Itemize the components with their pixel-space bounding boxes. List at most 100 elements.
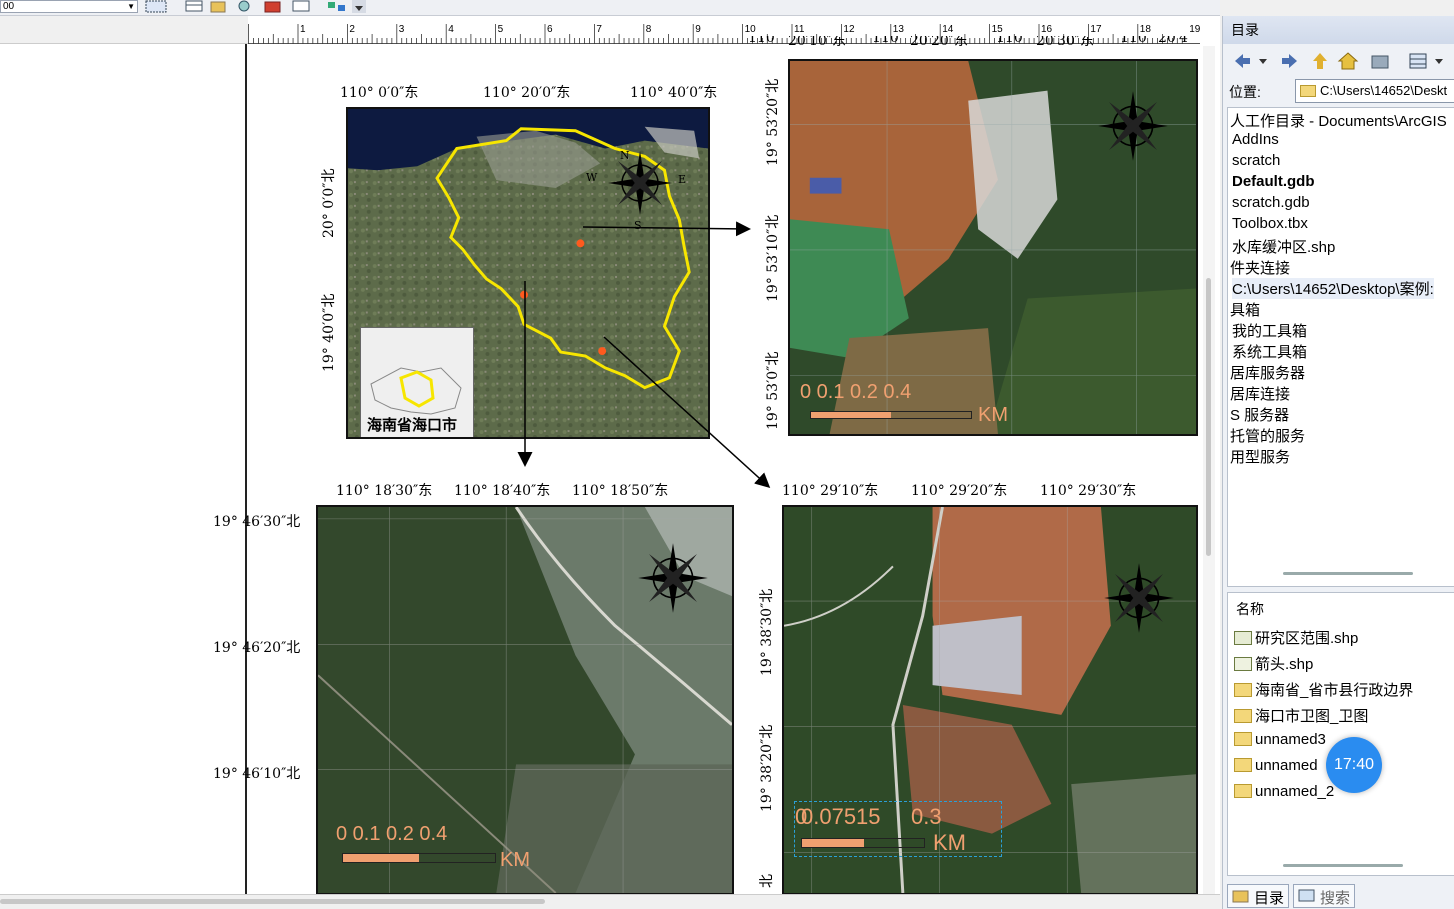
toolbar-overflow-icon[interactable] bbox=[352, 0, 366, 13]
tree-item-selected[interactable]: C:\Users\14652\Desktop\案例: bbox=[1232, 278, 1434, 299]
tree-item[interactable]: Default.gdb bbox=[1232, 173, 1315, 190]
overview-top-label-3: 110° 40′0″东 bbox=[630, 85, 718, 101]
selected-scalebar-element[interactable]: 0 0.07515 0.3 KM bbox=[794, 801, 1002, 857]
ruler-tick-label: 12 bbox=[843, 24, 855, 35]
list-item[interactable]: 海南省_省市县行政边界 bbox=[1234, 679, 1413, 700]
tree-item[interactable]: 托管的服务 bbox=[1230, 425, 1305, 446]
list-scrollbar[interactable] bbox=[1283, 864, 1403, 867]
inset-locator-map: 海南省海口市 bbox=[360, 327, 474, 437]
bl-left-label-1: 19° 46′30″北 bbox=[213, 514, 301, 530]
forward-arrow-icon[interactable] bbox=[1279, 50, 1301, 72]
search-icon bbox=[1298, 889, 1315, 902]
ruler-corner bbox=[0, 16, 248, 44]
scalebar bbox=[342, 853, 496, 863]
tree-item[interactable]: 居库服务器 bbox=[1230, 362, 1305, 383]
tab-search[interactable]: 搜索 bbox=[1293, 884, 1356, 908]
bl-top-label-1: 110° 18′30″东 bbox=[336, 483, 433, 499]
tr-left-label-1: 19° 53′20″北 bbox=[765, 78, 781, 166]
overview-map-frame[interactable]: N W E S 海南省海口市 bbox=[346, 107, 710, 439]
br-top-label-1: 110° 29′10″东 bbox=[782, 483, 879, 499]
detail-map-bottom-right[interactable]: 0 0.07515 0.3 KM bbox=[782, 505, 1198, 895]
chevron-down-icon[interactable] bbox=[1257, 50, 1269, 72]
overview-scalebar bbox=[484, 437, 670, 439]
list-item[interactable]: unnamed bbox=[1234, 757, 1318, 774]
table-icon[interactable] bbox=[183, 0, 205, 13]
overview-top-label-2: 110° 20′0″东 bbox=[483, 85, 571, 101]
tree-item[interactable]: 用型服务 bbox=[1230, 446, 1290, 467]
connect-folder-icon[interactable] bbox=[1369, 50, 1391, 72]
scale-numbers: 0.07515 bbox=[801, 804, 881, 829]
tree-item[interactable]: 居库连接 bbox=[1230, 383, 1290, 404]
tab-search-label: 搜索 bbox=[1320, 890, 1351, 907]
ruler-tick-label: 14 bbox=[942, 24, 954, 35]
detail-map-top-right[interactable]: 0 0.1 0.2 0.4 KM bbox=[788, 59, 1198, 436]
tree-item[interactable]: 具箱 bbox=[1230, 299, 1260, 320]
scale-unit: KM bbox=[933, 830, 966, 855]
tree-item[interactable]: AddIns bbox=[1232, 131, 1279, 148]
tree-item[interactable]: 件夹连接 bbox=[1230, 257, 1290, 278]
tab-catalog[interactable]: 目录 bbox=[1227, 884, 1290, 908]
tree-item[interactable]: 人工作目录 - Documents\ArcGIS bbox=[1230, 110, 1447, 131]
scalebar bbox=[810, 411, 972, 419]
tree-item[interactable]: 水库缓冲区.shp bbox=[1232, 236, 1335, 257]
bl-left-label-3: 19° 46′10″北 bbox=[213, 766, 301, 782]
folder-icon bbox=[1300, 85, 1316, 97]
tree-item[interactable]: 系统工具箱 bbox=[1232, 341, 1307, 362]
list-item[interactable]: 箭头.shp bbox=[1234, 653, 1313, 674]
back-arrow-icon[interactable] bbox=[1231, 50, 1253, 72]
ruler-tick-label: 15 bbox=[992, 24, 1004, 35]
list-item[interactable]: 海口市卫图_卫图 bbox=[1234, 705, 1368, 726]
tr-top-label-1: 110 bbox=[748, 36, 775, 46]
select-elements-icon[interactable] bbox=[145, 0, 167, 13]
panel-tabs: 目录 搜索 bbox=[1227, 884, 1454, 909]
horizontal-scrollbar[interactable] bbox=[0, 894, 1220, 909]
chevron-down-icon[interactable] bbox=[1433, 50, 1445, 72]
tree-item[interactable]: Toolbox.tbx bbox=[1232, 215, 1308, 232]
tree-item[interactable]: 我的工具箱 bbox=[1232, 320, 1307, 341]
scale-unit: KM bbox=[978, 404, 1008, 426]
tree-item[interactable]: scratch.gdb bbox=[1232, 194, 1310, 211]
time-overlay-badge[interactable]: 17:40 bbox=[1326, 737, 1382, 793]
detail-map-bottom-left[interactable]: 0 0.1 0.2 0.4 KM bbox=[316, 505, 734, 895]
compass-w-label: W bbox=[586, 171, 598, 184]
up-level-icon[interactable] bbox=[1309, 50, 1331, 72]
tree-scrollbar[interactable] bbox=[1283, 572, 1413, 575]
ruler-tick-label: 7 bbox=[596, 24, 602, 35]
view-options-icon[interactable] bbox=[1407, 50, 1429, 72]
scale-number-end: 0.3 bbox=[911, 804, 942, 829]
home-icon[interactable] bbox=[1337, 50, 1359, 72]
ruler-tick-label: 17 bbox=[1090, 24, 1102, 35]
scalebar bbox=[801, 838, 925, 848]
location-row: 位置: C:\Users\14652\Deskt bbox=[1223, 78, 1454, 104]
tree-item[interactable]: S 服务器 bbox=[1230, 404, 1289, 425]
vertical-scrollbar[interactable] bbox=[1203, 46, 1215, 894]
catalog-icon[interactable] bbox=[208, 0, 230, 13]
br-left-label-2: 19° 38′20″北 bbox=[759, 724, 775, 812]
compass-n-label: N bbox=[620, 149, 630, 162]
folder-icon bbox=[1234, 758, 1252, 772]
north-arrow-icon bbox=[638, 543, 708, 613]
ruler-tick-label: 3 bbox=[399, 24, 405, 35]
overview-top-label-1: 110° 0′0″东 bbox=[340, 85, 419, 101]
tab-catalog-label: 目录 bbox=[1254, 890, 1285, 907]
arctoolbox-icon[interactable] bbox=[262, 0, 284, 13]
folder-icon bbox=[1234, 732, 1252, 746]
list-item[interactable]: unnamed_2 bbox=[1234, 783, 1334, 800]
list-item[interactable]: 研究区范围.shp bbox=[1234, 627, 1358, 648]
chevron-down-icon[interactable]: ▼ bbox=[127, 1, 135, 12]
python-window-icon[interactable] bbox=[290, 0, 312, 13]
list-header-name[interactable]: 名称 bbox=[1236, 599, 1264, 619]
tree-item[interactable]: scratch bbox=[1232, 152, 1280, 169]
list-item[interactable]: unnamed3 bbox=[1234, 731, 1326, 748]
line-layer-icon bbox=[1234, 657, 1252, 671]
north-arrow-icon bbox=[608, 151, 672, 215]
folder-icon bbox=[1234, 709, 1252, 723]
br-left-label-3: 北 bbox=[759, 874, 775, 888]
ruler-tick-label: 6 bbox=[547, 24, 553, 35]
model-builder-icon[interactable] bbox=[326, 0, 348, 13]
ruler-tick-label: 19 bbox=[1189, 24, 1200, 35]
layout-view: 1 2 3 4 5 6 7 8 9 10 11 12 13 14 15 16 17 18 19 bbox=[0, 16, 1220, 909]
search-window-icon[interactable] bbox=[235, 0, 257, 13]
map-scale-combo[interactable]: 00 ▼ bbox=[0, 0, 138, 13]
location-input[interactable]: C:\Users\14652\Deskt bbox=[1295, 79, 1454, 103]
